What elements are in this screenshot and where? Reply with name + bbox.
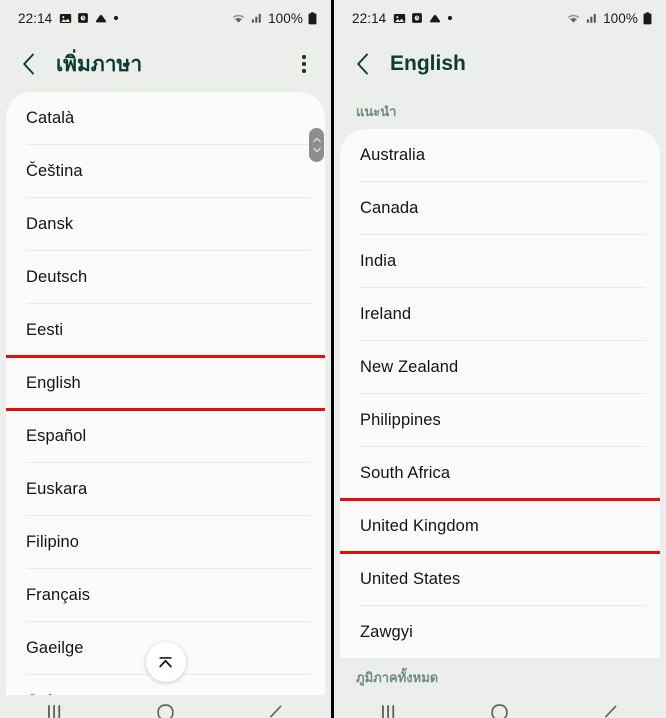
scroll-to-top-icon[interactable] [145,642,186,682]
language-card: Català Čeština Dansk Deutsch Eesti English Esp… [6,92,325,718]
scrollbar-thumb-icon[interactable] [309,128,324,162]
list-item-label: Canada [360,198,419,217]
wifi-icon [231,12,246,24]
list-item[interactable]: Ireland [340,288,660,340]
status-bar-right-group: 100% [566,11,652,26]
list-item-label: Español [26,426,87,445]
status-bar-right-group: 100% [231,11,317,26]
status-bar-left-group: 22:14 [18,11,119,26]
page-title: เพิ่มภาษา [56,52,143,76]
list-item-label: English [26,373,81,392]
list-item-label: Philippines [360,410,441,429]
list-item[interactable]: United States [340,553,660,605]
list-item-label: Zawgyi [360,622,413,641]
recents-icon[interactable] [369,704,409,718]
signal-icon [586,12,598,24]
section-label: ภูมิภาคทั้งหมด [356,670,439,685]
section-label: แนะนำ [356,104,397,119]
list-item-label: United States [360,569,461,588]
list-item[interactable]: Australia [340,129,660,181]
list-item-label: Dansk [26,214,74,233]
cloud-icon [94,13,108,24]
battery-percent: 100% [268,10,303,26]
list-item-label: Eesti [26,320,64,339]
wifi-icon [566,12,581,24]
list-item[interactable]: Euskara [6,463,325,515]
home-icon[interactable] [145,704,185,718]
list-item[interactable]: India [340,235,660,287]
language-list-scroll[interactable]: Català Čeština Dansk Deutsch Eesti English Esp… [0,92,331,718]
home-icon[interactable] [480,704,520,718]
android-nav-bar-left [0,695,331,718]
android-nav-bar-right [334,695,666,718]
list-item[interactable]: Filipino [6,516,325,568]
battery-icon [643,11,652,25]
title-bar-left: เพิ่มภาษา [0,36,331,92]
recents-icon[interactable] [35,704,75,718]
dual-screenshot-container: 22:14 100% เพิ่มภาษา Català Čeština Dans… [0,0,666,718]
region-sections: แนะนำ Australia Canada India Ireland New Zeal… [334,92,666,718]
chevron-left-icon[interactable] [350,51,376,77]
list-item-label: Čeština [26,161,83,180]
kebab-menu-icon[interactable] [291,51,317,77]
list-item[interactable]: Čeština [6,145,325,197]
alarm-icon [411,12,423,24]
title-bar-right: English [334,36,666,92]
status-bar-left: 22:14 100% [0,0,331,36]
list-item[interactable]: Català [6,92,325,144]
list-item-label: Deutsch [26,267,88,286]
list-item[interactable]: Canada [340,182,660,234]
right-phone-screen: 22:14 100% English แนะนำ Australia Canad… [333,0,666,718]
page-title: English [390,52,466,75]
list-item[interactable]: United Kingdom [340,498,660,554]
list-item[interactable]: South Africa [340,447,660,499]
list-item[interactable]: Eesti [6,304,325,356]
cloud-icon [428,13,442,24]
list-item-label: Australia [360,145,426,164]
chevron-left-icon[interactable] [16,51,42,77]
status-bar-right: 22:14 100% [334,0,666,36]
list-item-label: Filipino [26,532,80,551]
list-item[interactable]: Español [6,410,325,462]
list-item[interactable]: Philippines [340,394,660,446]
list-item-label: United Kingdom [360,516,479,535]
signal-icon [251,12,263,24]
gallery-icon [393,12,406,25]
dot-icon [447,15,453,21]
status-time: 22:14 [352,10,387,26]
region-list-scroll[interactable]: แนะนำ Australia Canada India Ireland New Zeal… [334,92,666,718]
list-item-label: South Africa [360,463,451,482]
region-card: Australia Canada India Ireland New Zealand Ph… [340,129,660,658]
list-item[interactable]: New Zealand [340,341,660,393]
status-bar-left-group: 22:14 [352,11,453,26]
list-item[interactable]: Français [6,569,325,621]
dot-icon [113,15,119,21]
list-item[interactable]: Deutsch [6,251,325,303]
list-item-label: Català [26,108,75,127]
alarm-icon [77,12,89,24]
list-item[interactable]: Dansk [6,198,325,250]
list-item-label: Ireland [360,304,412,323]
list-item[interactable]: English [6,355,325,411]
nav-back-icon[interactable] [591,704,631,718]
gallery-icon [59,12,72,25]
battery-percent: 100% [603,10,638,26]
list-item-label: Gaeilge [26,638,84,657]
list-item[interactable]: Zawgyi [340,606,660,658]
battery-icon [308,11,317,25]
left-phone-screen: 22:14 100% เพิ่มภาษา Català Čeština Dans… [0,0,333,718]
status-time: 22:14 [18,10,53,26]
list-item-label: Français [26,585,91,604]
list-item-label: India [360,251,397,270]
nav-back-icon[interactable] [256,704,296,718]
list-item-label: New Zealand [360,357,459,376]
list-item-label: Euskara [26,479,88,498]
